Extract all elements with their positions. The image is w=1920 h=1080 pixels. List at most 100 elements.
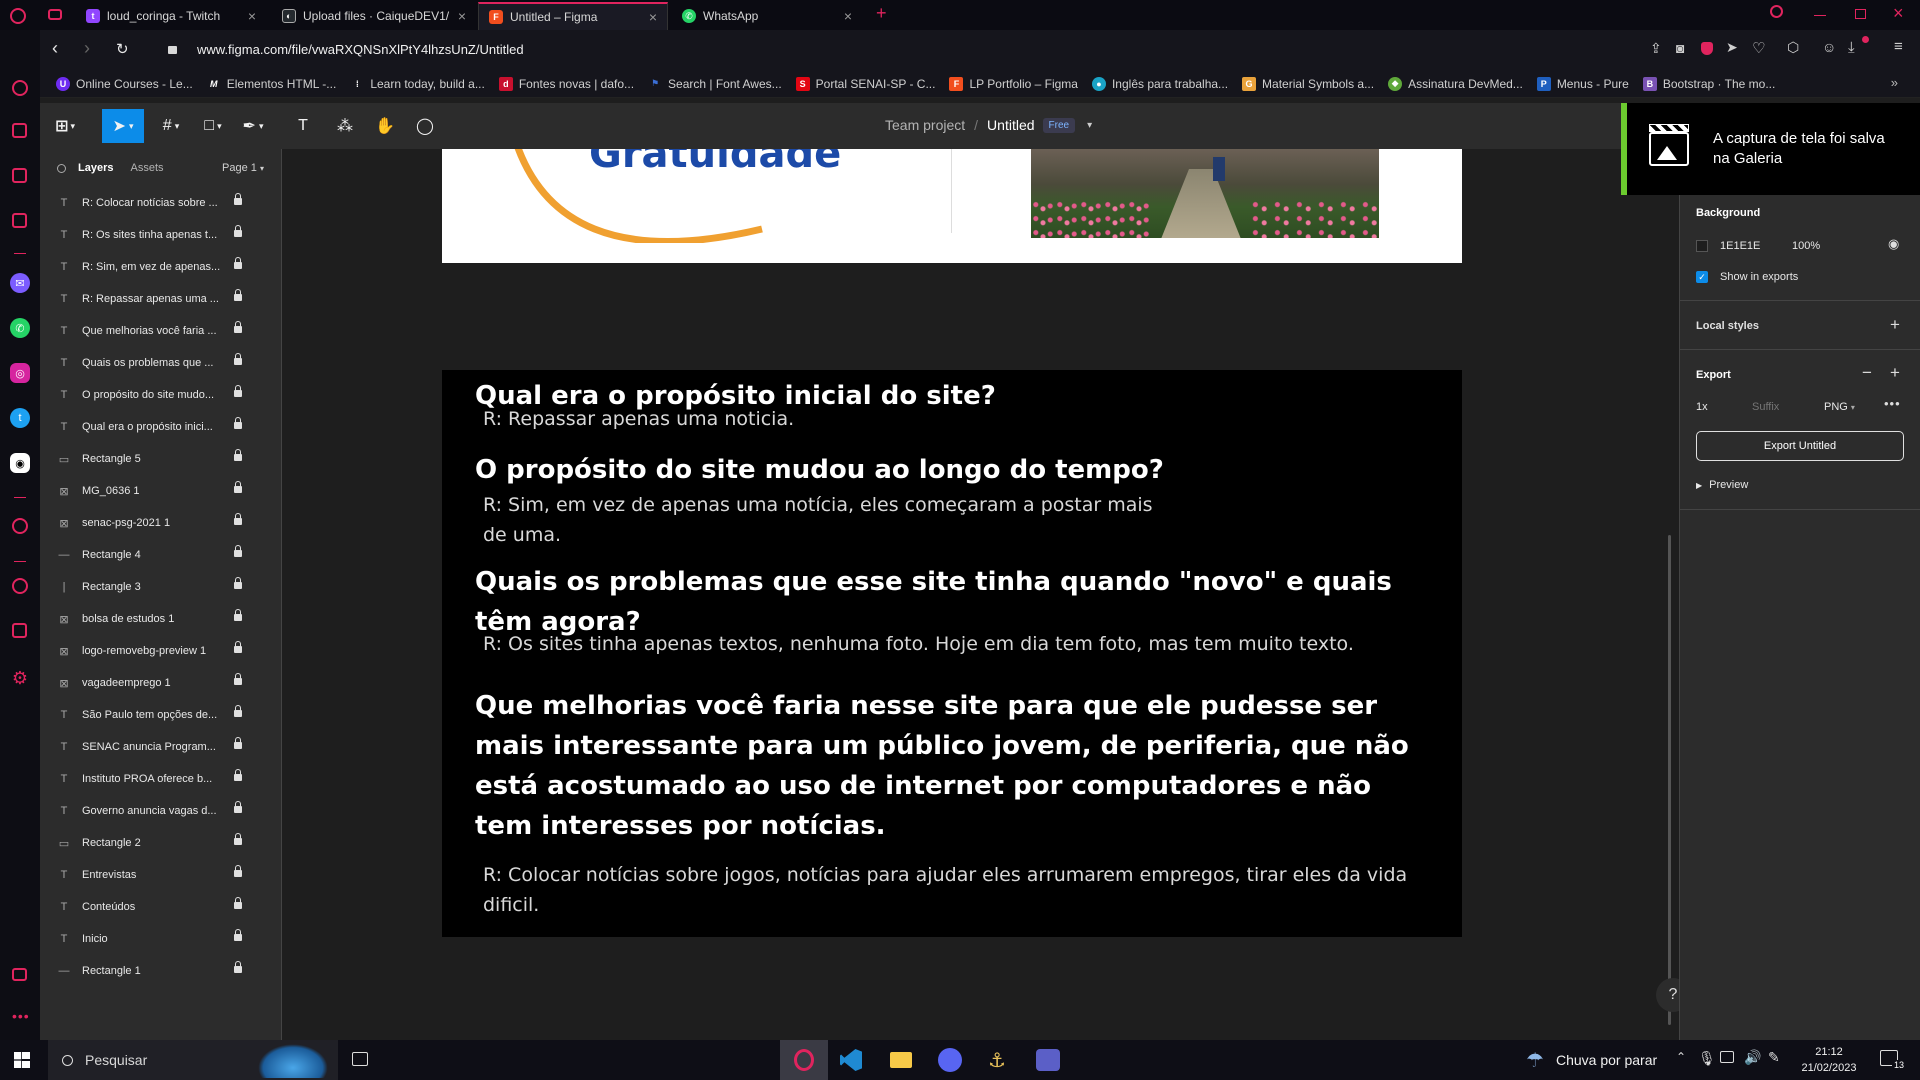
weather-text[interactable]: Chuva por parar [1556, 1052, 1657, 1068]
shape-tool-button[interactable]: □ ▾ [196, 109, 230, 143]
export-more-icon[interactable]: ••• [1884, 396, 1901, 411]
lock-icon[interactable] [234, 833, 242, 845]
comment-tool-button[interactable]: ◯ [408, 109, 442, 143]
bookmark-item[interactable]: ⁞ Learn today, build a... [350, 77, 485, 91]
settings-gear-icon[interactable]: ⚙ [10, 668, 30, 688]
bookmark-item[interactable]: U Online Courses - Le... [56, 76, 193, 91]
answer-1[interactable]: R: Repassar apenas uma noticia. [483, 404, 1433, 434]
file-name[interactable]: Untitled [987, 117, 1034, 133]
hand-tool-button[interactable]: ✋ [368, 109, 402, 143]
lock-icon[interactable] [234, 353, 242, 365]
lock-icon[interactable] [234, 641, 242, 653]
lock-icon[interactable] [234, 673, 242, 685]
lock-icon[interactable] [234, 929, 242, 941]
lock-icon[interactable] [234, 417, 242, 429]
lock-icon[interactable] [234, 513, 242, 525]
layer-row[interactable]: T Que melhorias você faria ... [40, 315, 282, 347]
tab-figma[interactable]: F Untitled – Figma × [478, 2, 668, 30]
close-tab-icon[interactable]: × [458, 8, 466, 24]
bookmark-item[interactable]: P Menus - Pure [1536, 76, 1629, 91]
export-scale-select[interactable]: 1x [1696, 401, 1708, 413]
layer-row[interactable]: T São Paulo tem opções de... [40, 699, 282, 731]
bookmark-item[interactable]: F LP Portfolio – Figma [949, 76, 1078, 91]
file-explorer-taskbar-icon[interactable] [890, 1052, 912, 1068]
player-icon[interactable] [12, 213, 27, 228]
back-arrow-icon[interactable]: ‹ [52, 38, 58, 59]
bookmark-item[interactable]: ⚑ Search | Font Awes... [648, 77, 782, 91]
reload-icon[interactable]: ↻ [116, 40, 129, 58]
discord-icon[interactable]: ◉ [10, 453, 30, 473]
more-dots-icon[interactable]: ••• [12, 1008, 30, 1024]
layer-row[interactable]: T Instituto PROA oferece b... [40, 763, 282, 795]
lock-icon[interactable] [234, 769, 242, 781]
export-format-select[interactable]: PNG ▾ [1824, 401, 1855, 413]
answer-3[interactable]: R: Os sites tinha apenas textos, nenhuma… [483, 629, 1433, 659]
opera-logo-icon[interactable] [10, 8, 26, 24]
layer-row[interactable]: T Conteúdos [40, 891, 282, 923]
opera-taskbar-icon[interactable] [780, 1040, 828, 1080]
extensions-cube-icon[interactable]: ⬡ [1787, 39, 1799, 56]
layer-row[interactable]: T SENAC anuncia Program... [40, 731, 282, 763]
lock-icon[interactable] [234, 225, 242, 237]
design-canvas[interactable]: Gratuidade Qual era o propósito inicial … [282, 149, 1679, 1040]
share-icon[interactable]: ⇪ [1650, 40, 1662, 57]
layer-row[interactable]: ⊠ vagadeemprego 1 [40, 667, 282, 699]
lock-icon[interactable] [234, 705, 242, 717]
layer-row[interactable]: T R: Sim, em vez de apenas... [40, 251, 282, 283]
volume-icon[interactable]: 🔊 [1744, 1049, 1761, 1066]
visibility-eye-icon[interactable]: ◉ [1888, 236, 1899, 252]
vscode-taskbar-icon[interactable] [840, 1049, 862, 1071]
shopping-bag-icon[interactable] [12, 123, 27, 138]
layer-row[interactable]: ▭ Rectangle 2 [40, 827, 282, 859]
network-icon[interactable] [1720, 1051, 1734, 1063]
lock-icon[interactable] [234, 961, 242, 973]
pen-tool-button[interactable]: ✒ ▾ [236, 109, 270, 143]
layer-row[interactable]: — Rectangle 4 [40, 539, 282, 571]
preview-toggle[interactable]: ▶ Preview [1696, 479, 1748, 491]
lock-icon[interactable] [234, 801, 242, 813]
close-window-icon[interactable]: × [1893, 3, 1904, 24]
layer-row[interactable]: T Governo anuncia vagas d... [40, 795, 282, 827]
lock-icon[interactable] [234, 545, 242, 557]
close-tab-icon[interactable]: × [649, 9, 657, 25]
text-tool-button[interactable]: T [286, 109, 320, 143]
lock-icon[interactable] [234, 385, 242, 397]
layer-row[interactable]: ⊠ bolsa de estudos 1 [40, 603, 282, 635]
lock-icon[interactable] [234, 289, 242, 301]
tab-github[interactable]: ◐ Upload files · CaiqueDEV1/ × [272, 2, 476, 30]
taskbar-search[interactable]: Pesquisar [48, 1040, 338, 1080]
clock[interactable]: 21:12 21/02/2023 [1794, 1044, 1864, 1076]
lock-icon[interactable] [234, 609, 242, 621]
layer-row[interactable]: T Quais os problemas que ... [40, 347, 282, 379]
layer-row[interactable]: ▭ Rectangle 5 [40, 443, 282, 475]
question-2[interactable]: O propósito do site mudou ao longo do te… [475, 450, 1435, 490]
bookmark-item[interactable]: B Bootstrap · The mo... [1642, 76, 1775, 91]
task-view-icon[interactable] [352, 1052, 368, 1066]
lock-icon[interactable] [234, 897, 242, 909]
lock-icon[interactable] [234, 257, 242, 269]
close-tab-icon[interactable]: × [248, 8, 256, 24]
add-style-plus-icon[interactable]: + [1890, 315, 1900, 335]
layer-row[interactable]: T Qual era o propósito inici... [40, 411, 282, 443]
layer-row[interactable]: | Rectangle 3 [40, 571, 282, 603]
bookmark-item[interactable]: S Portal SENAI-SP - C... [795, 76, 935, 91]
layer-row[interactable]: ⊠ logo-removebg-preview 1 [40, 635, 282, 667]
bookmark-item[interactable]: d Fontes novas | dafo... [498, 76, 634, 91]
twitter-icon[interactable]: t [10, 408, 30, 428]
layer-row[interactable]: ⊠ senac-psg-2021 1 [40, 507, 282, 539]
remove-export-minus-icon[interactable]: − [1862, 363, 1872, 383]
tab-layers[interactable]: Layers [78, 162, 113, 174]
question-4[interactable]: Que melhorias você faria nesse site para… [475, 686, 1435, 846]
layer-row[interactable]: ⊠ MG_0636 1 [40, 475, 282, 507]
bookmark-item[interactable]: ● Inglês para trabalha... [1091, 76, 1228, 91]
microphone-icon[interactable]: 🎙 [1698, 1050, 1716, 1067]
page-selector[interactable]: Page 1 ▾ [222, 162, 264, 174]
tab-assets[interactable]: Assets [130, 162, 163, 174]
restore-window-icon[interactable] [1855, 9, 1866, 19]
interviews-frame[interactable]: Qual era o propósito inicial do site? R:… [442, 370, 1462, 937]
tab-twitch[interactable]: t loud_coringa - Twitch × [76, 2, 266, 30]
teams-taskbar-icon[interactable] [1036, 1049, 1060, 1071]
search-tabs-icon[interactable] [1770, 5, 1783, 18]
cube-icon[interactable] [12, 623, 27, 638]
whatsapp-sidebar-icon[interactable]: ✆ [10, 318, 30, 338]
